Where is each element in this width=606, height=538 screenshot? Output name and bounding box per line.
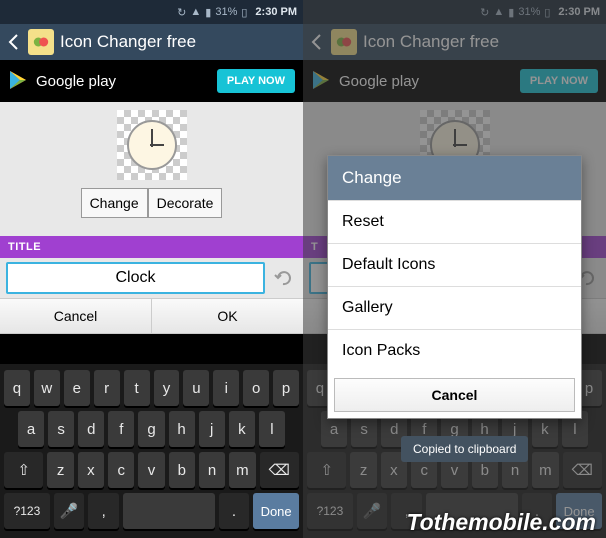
ad-brand: Google play — [36, 73, 116, 90]
play-store-icon — [8, 69, 30, 94]
dialog-item-reset[interactable]: Reset — [328, 200, 581, 243]
ad-cta-button[interactable]: PLAY NOW — [217, 69, 295, 93]
change-dialog: Change Reset Default Icons Gallery Icon … — [327, 155, 582, 419]
title-bar: Icon Changer free — [0, 24, 303, 60]
battery-text: 31% — [215, 6, 237, 18]
key-g[interactable]: g — [138, 411, 164, 447]
decorate-button[interactable]: Decorate — [148, 188, 223, 218]
key-backspace[interactable]: ⌫ — [260, 452, 299, 488]
key-v[interactable]: v — [138, 452, 164, 488]
key-space[interactable] — [123, 493, 215, 529]
key-a[interactable]: a — [18, 411, 44, 447]
key-m[interactable]: m — [229, 452, 255, 488]
key-done[interactable]: Done — [253, 493, 299, 529]
sync-icon: ↻ — [177, 6, 186, 19]
icon-preview — [0, 102, 303, 188]
ad-banner[interactable]: Google play PLAY NOW — [0, 60, 303, 102]
key-u[interactable]: u — [183, 370, 209, 406]
screen-left: ↻ ▲ ▮ 31% ▯ 2:30 PM Icon Changer free Go… — [0, 0, 303, 538]
screen-right: ↻ ▲ ▮ 31% ▯ 2:30 PM Icon Changer free Go… — [303, 0, 606, 538]
app-icon — [28, 29, 54, 55]
back-icon[interactable] — [4, 24, 22, 60]
dialog-title: Change — [328, 156, 581, 200]
key-b[interactable]: b — [169, 452, 195, 488]
ok-button[interactable]: OK — [152, 299, 303, 333]
key-shift[interactable]: ⇧ — [4, 452, 43, 488]
key-l[interactable]: l — [259, 411, 285, 447]
key-o[interactable]: o — [243, 370, 269, 406]
cancel-button[interactable]: Cancel — [0, 299, 152, 333]
key-k[interactable]: k — [229, 411, 255, 447]
key-d[interactable]: d — [78, 411, 104, 447]
icon-checker-bg — [117, 110, 187, 180]
clock-text: 2:30 PM — [255, 6, 297, 18]
key-symbols[interactable]: ?123 — [4, 493, 50, 529]
key-y[interactable]: y — [154, 370, 180, 406]
keyboard: q w e r t y u i o p a s d f g h j k l — [0, 364, 303, 538]
key-e[interactable]: e — [64, 370, 90, 406]
key-n[interactable]: n — [199, 452, 225, 488]
app-title: Icon Changer free — [60, 32, 196, 52]
wifi-icon: ▲ — [190, 6, 201, 18]
undo-icon[interactable] — [269, 264, 297, 292]
title-input[interactable] — [6, 262, 265, 294]
key-x[interactable]: x — [78, 452, 104, 488]
toast: Copied to clipboard — [401, 436, 528, 462]
status-bar: ↻ ▲ ▮ 31% ▯ 2:30 PM — [0, 0, 303, 24]
key-t[interactable]: t — [124, 370, 150, 406]
battery-icon: ▯ — [241, 6, 247, 19]
dialog-item-default-icons[interactable]: Default Icons — [328, 243, 581, 286]
key-q[interactable]: q — [4, 370, 30, 406]
key-mic[interactable]: 🎤 — [54, 493, 85, 529]
key-period[interactable]: . — [219, 493, 250, 529]
key-i[interactable]: i — [213, 370, 239, 406]
key-w[interactable]: w — [34, 370, 60, 406]
dialog-item-gallery[interactable]: Gallery — [328, 286, 581, 329]
dialog-buttons: Cancel OK — [0, 298, 303, 334]
key-h[interactable]: h — [169, 411, 195, 447]
key-j[interactable]: j — [199, 411, 225, 447]
clock-icon — [127, 120, 177, 170]
key-z[interactable]: z — [47, 452, 73, 488]
dialog-item-icon-packs[interactable]: Icon Packs — [328, 329, 581, 372]
dialog-cancel-button[interactable]: Cancel — [334, 378, 575, 412]
key-comma[interactable]: , — [88, 493, 119, 529]
title-input-row — [0, 258, 303, 298]
signal-icon: ▮ — [205, 6, 211, 19]
key-r[interactable]: r — [94, 370, 120, 406]
icon-action-row: Change Decorate — [0, 188, 303, 236]
key-f[interactable]: f — [108, 411, 134, 447]
key-s[interactable]: s — [48, 411, 74, 447]
watermark: Tothemobile.com — [406, 509, 596, 536]
title-section-header: TITLE — [0, 236, 303, 258]
key-p[interactable]: p — [273, 370, 299, 406]
change-button[interactable]: Change — [81, 188, 148, 218]
key-c[interactable]: c — [108, 452, 134, 488]
